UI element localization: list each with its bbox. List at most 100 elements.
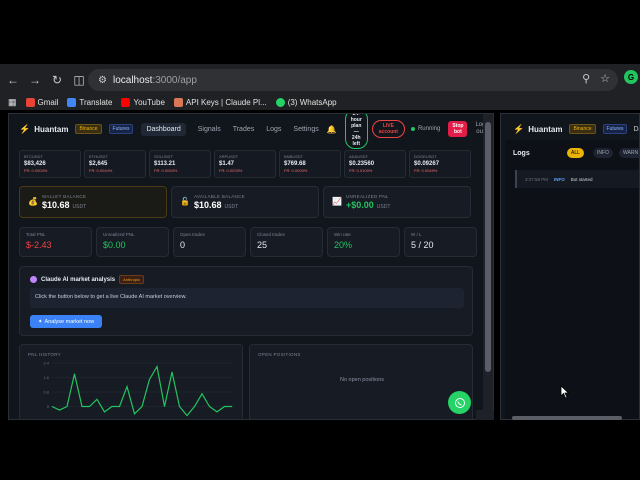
nav-signals[interactable]: Signals bbox=[198, 126, 221, 133]
back-icon[interactable]: ← bbox=[4, 71, 22, 89]
unrealized-pnl-card: 📈 UNREALIZED PNL +$0.00 USDT bbox=[323, 186, 471, 218]
pnl-point bbox=[89, 406, 90, 407]
nav-dashboard[interactable]: Dashboard bbox=[633, 126, 639, 133]
plan-badge: 24-hour plan — 24h left bbox=[344, 114, 368, 149]
bolt-icon: ⚡ bbox=[19, 123, 31, 134]
analyse-market-button[interactable]: ✦ Analyse market now bbox=[30, 315, 102, 328]
filter-all[interactable]: ALL bbox=[567, 148, 584, 158]
y-tick-label: 2.4 bbox=[43, 361, 49, 366]
site-info-icon[interactable]: ⚙ bbox=[98, 75, 107, 86]
pnl-point bbox=[104, 411, 105, 413]
logs-title: Logs bbox=[513, 150, 530, 157]
pnl-point bbox=[164, 406, 165, 407]
forward-icon[interactable]: → bbox=[26, 71, 44, 89]
mouse-cursor-icon bbox=[560, 385, 570, 399]
pnl-series-line bbox=[51, 364, 232, 417]
ticker-card[interactable]: BTCUSDT $83,426 FR: 0.0004% bbox=[19, 150, 81, 178]
url-bar[interactable]: ⚙ localhost:3000/app ⚲ ☆ bbox=[88, 69, 618, 91]
stop-bot-button[interactable]: Stop bot bbox=[448, 121, 468, 137]
profile-avatar[interactable]: G bbox=[624, 70, 638, 84]
url-path: :3000/app bbox=[152, 74, 197, 86]
open-positions-title: OPEN POSITIONS bbox=[258, 352, 301, 357]
pnl-point bbox=[186, 415, 188, 416]
brand[interactable]: ⚡ Huantam Binance Futures bbox=[19, 123, 134, 135]
apps-grid-icon[interactable]: ▦ bbox=[8, 97, 17, 108]
nav-logs[interactable]: Logs bbox=[266, 126, 281, 133]
pnl-point bbox=[171, 371, 173, 373]
zoom-icon[interactable]: ⚲ bbox=[582, 72, 590, 85]
pnl-point bbox=[74, 373, 75, 375]
bookmark-whatsapp[interactable]: (3) WhatsApp bbox=[275, 97, 337, 107]
translate-icon bbox=[67, 97, 77, 107]
bookmarks-bar: ▦ Gmail Translate YouTube API Keys | Cla… bbox=[0, 94, 640, 110]
ticker-card[interactable]: XRPUSDT $1.47 FR: 0.0033% bbox=[214, 150, 276, 178]
stat-win-rate: Win rate 20% bbox=[327, 227, 400, 257]
ticker-card[interactable]: ETHUSDT $2,645 FR: 0.0044% bbox=[84, 150, 146, 178]
y-tick-label: 1.6 bbox=[43, 375, 49, 380]
whatsapp-fab-button[interactable] bbox=[448, 391, 471, 414]
bolt-icon: ⚡ bbox=[513, 123, 525, 134]
ai-output-box: Click the button below to get a live Cla… bbox=[30, 288, 464, 308]
pnl-history-panel: PNL HISTORY 2.41.60.80-0.8 bbox=[19, 344, 243, 419]
filter-info[interactable]: INFO bbox=[593, 148, 613, 158]
stat-unrealized-pnl: Unrealized PNL $0.00 bbox=[96, 227, 169, 257]
live-account-toggle[interactable]: LIVE account bbox=[371, 120, 405, 138]
exchange-tag: Binance bbox=[569, 124, 596, 134]
nav-dashboard[interactable]: Dashboard bbox=[141, 122, 186, 136]
vertical-scrollbar[interactable] bbox=[483, 114, 493, 419]
ticker-strip: BTCUSDT $83,426 FR: 0.0004% ETHUSDT $2,645 F… bbox=[19, 150, 471, 178]
ticker-card[interactable]: SOLUSDT $113.21 FR: 0.0053% bbox=[149, 150, 211, 178]
stats-row: Total PNL $-2.43 Unrealized PNL $0.00 Open… bbox=[19, 227, 477, 257]
ticker-card[interactable]: BNBUSDT $769.68 FR: 0.0000% bbox=[279, 150, 341, 178]
whatsapp-icon bbox=[275, 97, 285, 107]
app-navbar: ⚡ Huantam Binance Futures Dashboard Sign… bbox=[9, 114, 485, 149]
pnl-point bbox=[59, 409, 60, 411]
scrollbar-thumb[interactable] bbox=[485, 122, 491, 372]
wallet-balance-card: 💰 WALLET BALANCE $10.68 USDT bbox=[19, 186, 167, 218]
bookmark-star-icon[interactable]: ☆ bbox=[600, 72, 610, 85]
app-window-secondary: ⚡ Huantam Binance Futures Dashboard Logs… bbox=[500, 113, 640, 420]
pnl-point bbox=[156, 366, 158, 368]
bookmark-translate[interactable]: Translate bbox=[67, 97, 112, 107]
y-tick-label: 0.8 bbox=[43, 390, 49, 395]
bookmark-api-keys[interactable]: API Keys | Claude Pl... bbox=[173, 97, 267, 107]
stat-open-trades: Open trades 0 bbox=[173, 227, 246, 257]
nav-trades[interactable]: Trades bbox=[233, 126, 255, 133]
pnl-point bbox=[111, 406, 113, 407]
ticker-card[interactable]: ADAUSDT $0.23560 FR: 0.0100% bbox=[344, 150, 406, 178]
pnl-point bbox=[134, 413, 135, 415]
exchange-tag: Binance bbox=[75, 124, 102, 134]
ticker-card[interactable]: DOGEUSDT $0.09267 FR: 0.0049% bbox=[409, 150, 471, 178]
reload-icon[interactable]: ↻ bbox=[48, 71, 66, 89]
tab-search-icon[interactable]: ◫ bbox=[70, 71, 88, 89]
address-row: ← → ↻ ◫ ⚙ localhost:3000/app ⚲ ☆ G bbox=[0, 66, 640, 94]
stat-total-pnl: Total PNL $-2.43 bbox=[19, 227, 92, 257]
pnl-point bbox=[179, 406, 180, 407]
bot-status: Running bbox=[410, 126, 440, 132]
secondary-brand[interactable]: ⚡ Huantam Binance Futures bbox=[513, 123, 628, 135]
chart-icon: 📈 bbox=[332, 197, 342, 206]
app-window-main: ⚡ Huantam Binance Futures Dashboard Sign… bbox=[8, 113, 494, 420]
log-entry: 3:37:58 PM INFO Bot started bbox=[515, 170, 639, 188]
pnl-history-chart: 2.41.60.80-0.8 bbox=[42, 361, 233, 419]
gmail-icon bbox=[25, 97, 35, 107]
scroll-corner bbox=[476, 410, 494, 420]
filter-warn[interactable]: WARN bbox=[619, 148, 639, 158]
pnl-point bbox=[216, 411, 218, 413]
pnl-point bbox=[201, 393, 203, 395]
nav-settings[interactable]: Settings bbox=[293, 126, 318, 133]
bookmark-youtube[interactable]: YouTube bbox=[121, 97, 165, 107]
market-tag: Futures bbox=[108, 124, 134, 134]
screen-top-area bbox=[0, 0, 640, 64]
stat-closed-trades: Closed trades 25 bbox=[250, 227, 323, 257]
whatsapp-icon bbox=[454, 397, 465, 408]
status-dot-icon bbox=[410, 127, 415, 131]
ai-panel-header: Claude AI market analysis Anthropic bbox=[30, 275, 145, 284]
bell-icon[interactable]: 🔔 bbox=[327, 125, 337, 134]
pnl-point bbox=[209, 406, 210, 407]
unlock-icon: 🔓 bbox=[180, 197, 190, 206]
pnl-point bbox=[149, 378, 150, 380]
stat-win-loss: W / L5 / 20 bbox=[404, 227, 477, 257]
bookmark-gmail[interactable]: Gmail bbox=[25, 97, 58, 107]
balance-row: 💰 WALLET BALANCE $10.68 USDT 🔓 AVAILABLE B… bbox=[19, 186, 471, 218]
